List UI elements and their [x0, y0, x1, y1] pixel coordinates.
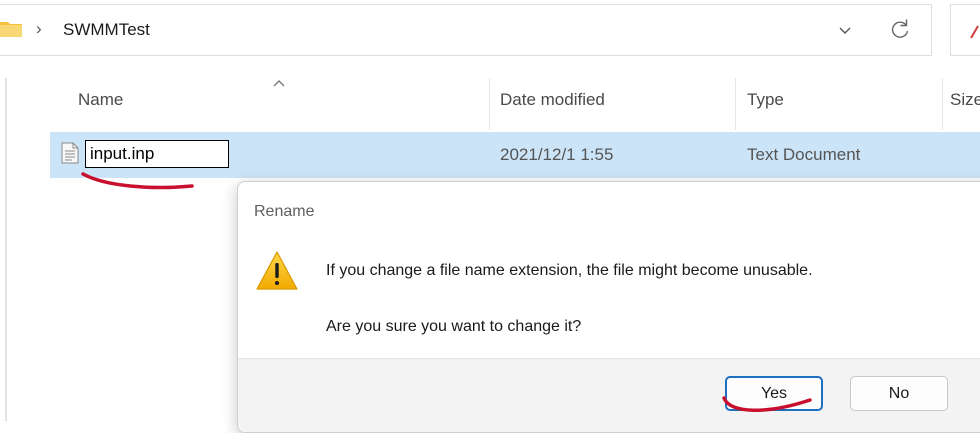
- text-file-icon: [61, 142, 79, 164]
- address-bar[interactable]: › SWMMTest: [0, 4, 932, 56]
- dialog-footer: Yes No: [238, 358, 980, 432]
- dialog-message: If you change a file name extension, the…: [326, 262, 813, 279]
- chevron-down-icon[interactable]: [832, 17, 858, 43]
- no-button[interactable]: No: [850, 376, 948, 411]
- breadcrumb-item-swmmtest[interactable]: SWMMTest: [63, 20, 150, 40]
- column-divider[interactable]: [489, 78, 490, 130]
- file-type: Text Document: [747, 145, 861, 164]
- rename-dialog: Rename If you change a file name extensi…: [237, 181, 980, 433]
- file-date-modified: 2021/12/1 1:55: [500, 145, 614, 164]
- column-header-date-modified[interactable]: Date modified: [500, 90, 605, 110]
- column-divider[interactable]: [735, 78, 736, 130]
- dialog-question: Are you sure you want to change it?: [326, 318, 582, 335]
- sort-ascending-icon: [273, 80, 285, 87]
- navigation-pane-divider[interactable]: [5, 78, 7, 421]
- rename-input[interactable]: [85, 140, 229, 168]
- search-box-edge[interactable]: [950, 4, 980, 56]
- column-header-name[interactable]: Name: [78, 90, 123, 110]
- annotation-underline: [722, 396, 812, 412]
- folder-icon: [0, 22, 22, 37]
- warning-icon: [256, 251, 298, 290]
- refresh-icon[interactable]: [886, 15, 914, 43]
- column-header-size[interactable]: Size: [950, 90, 980, 110]
- annotation-underline: [81, 172, 194, 190]
- breadcrumb-separator: ›: [36, 19, 42, 38]
- column-divider[interactable]: [942, 78, 943, 130]
- dialog-title: Rename: [254, 203, 315, 220]
- column-header-type[interactable]: Type: [747, 90, 784, 110]
